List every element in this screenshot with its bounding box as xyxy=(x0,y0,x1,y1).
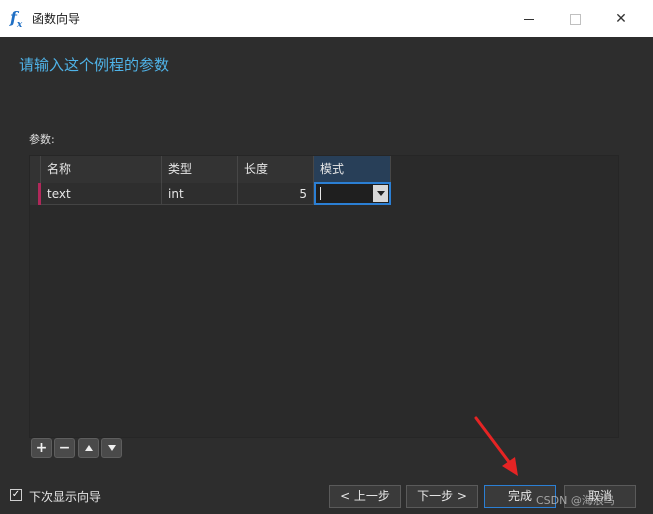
watermark: CSDN @海浪鸟 xyxy=(536,494,615,507)
column-header-type[interactable]: 类型 xyxy=(162,156,238,183)
add-row-button[interactable]: + xyxy=(31,438,52,458)
plus-icon: + xyxy=(35,440,48,456)
minimize-icon xyxy=(524,18,534,20)
title-bar: fx 函数向导 ✕ xyxy=(0,0,653,37)
chevron-down-icon xyxy=(376,191,385,196)
mode-dropdown[interactable] xyxy=(314,182,391,205)
dropdown-arrow-button[interactable] xyxy=(373,185,388,202)
minimize-button[interactable] xyxy=(506,5,552,33)
maximize-icon xyxy=(569,13,581,25)
cell-name[interactable]: text xyxy=(41,183,162,205)
show-wizard-label[interactable]: 下次显示向导 xyxy=(29,488,101,505)
arrow-up-icon xyxy=(84,445,93,451)
grid-corner xyxy=(30,156,41,183)
annotation-arrow-icon xyxy=(474,416,518,476)
column-header-mode[interactable]: 模式 xyxy=(314,156,391,183)
maximize-button[interactable] xyxy=(552,5,598,33)
params-label: 参数: xyxy=(29,133,55,146)
move-down-button[interactable] xyxy=(101,438,122,458)
cell-type[interactable]: int xyxy=(162,183,238,205)
window-title: 函数向导 xyxy=(32,12,81,26)
parameters-grid[interactable]: 名称 类型 长度 模式 text int 5 xyxy=(29,155,619,438)
close-button[interactable]: ✕ xyxy=(598,5,644,33)
column-header-length[interactable]: 长度 xyxy=(238,156,314,183)
prev-button[interactable]: < 上一步 xyxy=(329,485,401,508)
column-header-name[interactable]: 名称 xyxy=(41,156,162,183)
text-caret xyxy=(320,187,321,200)
minus-icon: − xyxy=(58,440,71,456)
row-selector[interactable] xyxy=(30,183,41,205)
page-heading: 请输入这个例程的参数 xyxy=(19,56,170,74)
checkmark-icon: ✓ xyxy=(11,489,21,500)
remove-row-button[interactable]: − xyxy=(54,438,75,458)
next-button[interactable]: 下一步 > xyxy=(406,485,478,508)
arrow-down-icon xyxy=(107,445,116,451)
close-icon: ✕ xyxy=(615,11,627,27)
show-wizard-checkbox[interactable]: ✓ xyxy=(10,489,22,501)
fx-function-icon: fx xyxy=(10,8,23,31)
move-up-button[interactable] xyxy=(78,438,99,458)
cell-length[interactable]: 5 xyxy=(238,183,314,205)
